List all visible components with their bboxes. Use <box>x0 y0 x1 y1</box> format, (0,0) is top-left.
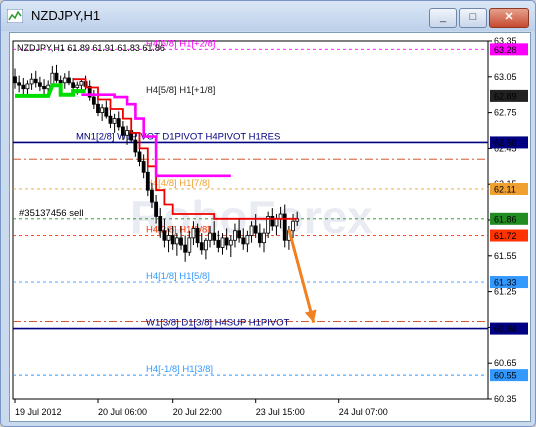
restore-button[interactable]: □ <box>459 8 487 28</box>
y-tick-label: 61.25 <box>494 287 517 297</box>
candle-body <box>249 225 254 236</box>
close-button[interactable]: ✕ <box>489 8 529 28</box>
candle-body <box>191 227 196 239</box>
candle-body <box>96 103 100 113</box>
level-label: H4[5/8] H1[+1/8] <box>146 85 215 96</box>
candle-body <box>166 235 171 241</box>
chart-header: NZDJPY,H1 61.89 61.91 61.83 61.86 <box>17 43 165 53</box>
restore-icon: □ <box>469 11 477 23</box>
candle-body <box>137 151 142 162</box>
x-tick-label: 23 Jul 15:00 <box>256 407 305 417</box>
candle-body <box>58 79 63 84</box>
candle-body <box>91 96 96 105</box>
candle-body <box>112 118 117 124</box>
chart-window: NZDJPY,H1 _ □ ✕ 63.3563.0562.7562.4562.1… <box>0 0 536 427</box>
candle-body <box>199 242 204 251</box>
candle-body <box>62 77 67 84</box>
candle-body <box>274 218 279 227</box>
level-label: H4[-1/8] H1[3/8] <box>146 364 213 375</box>
candle-body <box>121 126 125 136</box>
candle-body <box>183 244 188 253</box>
candle-body <box>29 78 34 85</box>
candle-body <box>203 239 208 251</box>
candle-body <box>228 239 233 246</box>
price-tag-label: 61.33 <box>494 278 517 288</box>
close-icon: ✕ <box>504 11 514 23</box>
candle-body <box>162 230 167 241</box>
candle-body <box>71 82 75 88</box>
candle-body <box>158 216 163 232</box>
candle-body <box>100 107 105 114</box>
candle-body <box>25 83 30 90</box>
minimize-button[interactable]: _ <box>429 8 457 28</box>
candle-body <box>253 225 258 234</box>
price-tag-label: 62.50 <box>494 138 517 148</box>
candle-body <box>75 84 80 88</box>
candle-body <box>141 161 146 173</box>
candle-body <box>108 115 113 124</box>
y-tick-label: 61.55 <box>494 251 517 261</box>
candle-body <box>125 130 129 136</box>
x-tick-label: 24 Jul 07:00 <box>339 407 388 417</box>
price-tag-label: 62.11 <box>494 184 516 194</box>
candle-body <box>270 216 275 227</box>
level-label: W1[3/8] D1[3/8] H4SUP H1PIVOT <box>146 318 290 329</box>
price-tag-label: 60.94 <box>494 324 517 334</box>
candle-body <box>187 237 192 253</box>
price-tag-label: 62.89 <box>494 91 517 101</box>
level-label: MN1[2/8] W1PIVOT D1PIVOT H4PIVOT H1RES <box>76 131 280 142</box>
candle-body <box>33 78 38 84</box>
level-label: H4[2/8] H1[6/8] <box>146 225 210 236</box>
x-tick-label: 20 Jul 22:00 <box>173 407 222 417</box>
candle-body <box>54 72 59 81</box>
candle-body <box>195 227 200 244</box>
candle-body <box>237 230 242 239</box>
price-tag-label: 61.86 <box>494 214 517 224</box>
candle-body <box>67 77 71 84</box>
candle-body <box>241 237 246 245</box>
candle-body <box>104 107 109 117</box>
x-tick-label: 19 Jul 2012 <box>15 407 62 417</box>
candle-body <box>245 235 250 245</box>
price-tag-label: 61.72 <box>494 231 517 241</box>
y-tick-label: 62.75 <box>494 108 517 118</box>
title-bar[interactable]: NZDJPY,H1 _ □ ✕ <box>1 1 535 31</box>
candle-body <box>216 239 221 248</box>
candle-body <box>208 232 212 241</box>
candle-body <box>116 118 121 128</box>
y-tick-label: 60.35 <box>494 394 517 404</box>
candle-body <box>170 235 175 245</box>
candle-body <box>291 220 295 232</box>
candle-body <box>174 237 179 245</box>
candle-body <box>233 230 237 241</box>
candlestick-chart[interactable]: 63.3563.0562.7562.4562.1561.8561.5561.25… <box>10 33 530 421</box>
x-tick-label: 20 Jul 06:00 <box>98 407 147 417</box>
candle-body <box>21 84 26 90</box>
candle-body <box>154 201 159 217</box>
minimize-icon: _ <box>439 11 447 23</box>
chart-window-icon <box>7 9 23 23</box>
price-tag-label: 63.28 <box>494 45 517 55</box>
candle-body <box>262 232 266 244</box>
candle-body <box>79 81 84 86</box>
y-tick-label: 63.05 <box>494 72 517 82</box>
price-tag-label: 60.55 <box>494 371 517 381</box>
candle-body <box>133 139 138 153</box>
window-title: NZDJPY,H1 <box>31 8 101 23</box>
candle-body <box>224 237 229 246</box>
candle-body <box>179 237 183 246</box>
candle-body <box>42 85 46 90</box>
chart-area[interactable]: 63.3563.0562.7562.4562.1561.8561.5561.25… <box>9 32 531 422</box>
candle-body <box>257 232 262 244</box>
candle-body <box>150 189 154 203</box>
level-label: H4[1/8] H1[5/8] <box>146 271 210 282</box>
candle-body <box>13 76 17 84</box>
level-label: #35137456 sell <box>19 208 83 219</box>
candle-body <box>212 232 217 241</box>
candle-body <box>145 171 150 191</box>
y-tick-label: 60.65 <box>494 358 517 368</box>
candle-body <box>37 82 42 87</box>
candle-body <box>17 82 22 86</box>
candle-body <box>220 237 225 248</box>
